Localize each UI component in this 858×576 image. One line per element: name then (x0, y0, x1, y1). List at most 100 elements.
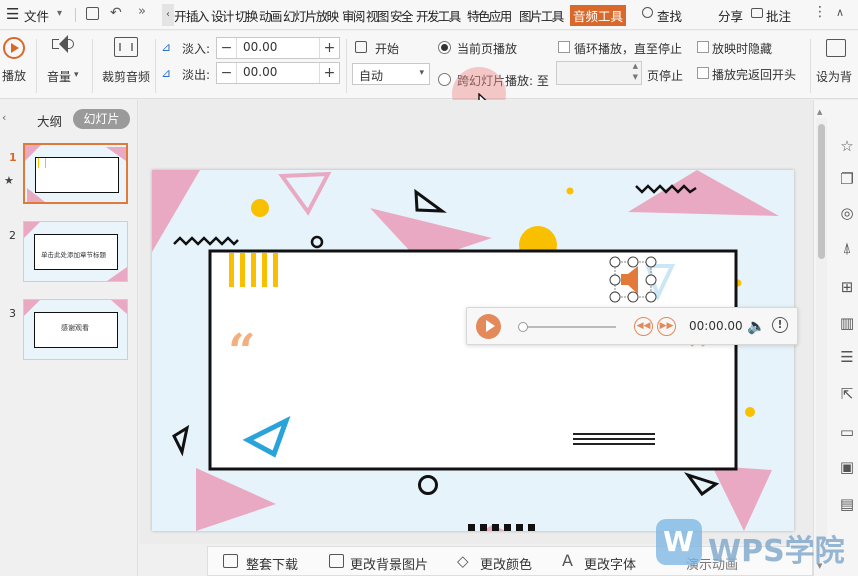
fade-out-icon: ⊿ (161, 66, 172, 80)
hamburger-icon[interactable]: ☰ (6, 6, 19, 22)
fade-in-icon: ⊿ (161, 40, 172, 54)
slide-thumbnail-3[interactable]: 感谢观看 (23, 299, 128, 360)
more-options-icon[interactable]: ⋮ (813, 4, 827, 20)
waveform (119, 43, 133, 51)
tab-outline[interactable]: 大纲 (37, 111, 62, 130)
plus-icon[interactable]: + (319, 38, 339, 58)
fade-in-stepper[interactable]: − 00.00 + (216, 37, 340, 59)
loop-checkbox[interactable] (558, 41, 570, 53)
comment-icon[interactable] (751, 8, 763, 18)
download-icon[interactable] (223, 554, 238, 568)
save-icon[interactable] (86, 7, 99, 20)
scroll-left-button[interactable]: ‹ (162, 4, 174, 26)
minus-icon[interactable]: − (217, 63, 237, 83)
tab-insert[interactable]: 插入 (186, 6, 209, 25)
paint-bucket-icon[interactable]: ◇ (457, 553, 469, 569)
animation-star-icon: ★ (4, 174, 14, 187)
change-background-button[interactable]: 更改背景图片 (350, 554, 428, 573)
folder-icon[interactable]: ▭ (838, 423, 856, 441)
search-button[interactable]: 查找 (657, 6, 682, 25)
change-color-button[interactable]: 更改颜色 (480, 554, 532, 573)
shapes-icon[interactable]: ◎ (838, 204, 856, 222)
plus-icon[interactable]: + (319, 63, 339, 83)
fade-out-stepper[interactable]: − 00.00 + (216, 62, 340, 84)
image-icon[interactable]: ▣ (838, 458, 856, 476)
audio-player: ◀◀ ▶▶ 00:00.00 🔈 ! (466, 307, 798, 345)
scrollbar-thumb[interactable] (818, 124, 825, 259)
tab-transition[interactable]: 切换 (235, 6, 258, 25)
comment-button[interactable]: 批注 (766, 6, 791, 25)
progress-thumb[interactable] (518, 322, 528, 332)
spin-up-icon: ▲ (632, 62, 638, 70)
start-icon (355, 41, 367, 53)
zigzag-line (173, 236, 239, 246)
change-font-button[interactable]: 更改字体 (584, 554, 636, 573)
fade-in-value[interactable]: 00.00 (243, 40, 277, 54)
tab-special[interactable]: 特色应用 (467, 6, 512, 25)
tab-picture-tools[interactable]: 图片工具 (519, 6, 564, 25)
start-select[interactable]: 自动 ▾ (352, 63, 430, 85)
menu-bar: ☰ 文件 ▾ ↶ » ‹ 开始 插入 设计 切换 动画 幻灯片放映 审阅 视图 … (0, 0, 858, 30)
collapse-ribbon-icon[interactable]: ∧ (836, 6, 844, 19)
volume-icon[interactable]: 🔈 (747, 318, 766, 334)
share-button[interactable]: 分享 (718, 6, 743, 25)
file-menu[interactable]: 文件 (24, 6, 49, 25)
minus-icon[interactable]: − (217, 38, 237, 58)
volume-button-label[interactable]: 音量 (47, 68, 71, 85)
slide-thumbnail-2[interactable]: 单击此处添加章节标题 (23, 221, 128, 282)
text-style-icon[interactable]: ⍋ (838, 239, 856, 257)
chart-icon[interactable]: ▥ (838, 314, 856, 332)
copy-icon[interactable]: ❐ (838, 170, 856, 188)
tab-slides[interactable]: 幻灯片 (73, 109, 130, 129)
chevron-down-icon[interactable]: ▾ (57, 8, 62, 19)
separator (75, 8, 76, 22)
navigate-icon[interactable]: ⇱ (838, 385, 856, 403)
fade-out-value[interactable]: 00.00 (243, 65, 277, 79)
settings-sliders-icon[interactable]: ☰ (838, 348, 856, 366)
black-ring (310, 235, 324, 249)
slide-thumbnail-1[interactable] (23, 143, 128, 204)
grid-icon[interactable]: ⊞ (838, 278, 856, 296)
tab-start[interactable]: 开始 (174, 6, 186, 25)
start-label: 开始 (375, 42, 400, 56)
trim-audio-label[interactable]: 裁剪音频 (102, 68, 150, 85)
chevron-down-icon[interactable]: ▾ (74, 70, 79, 80)
more-icon[interactable]: » (138, 4, 146, 19)
pink-triangle (628, 170, 779, 216)
tab-design[interactable]: 设计 (211, 6, 234, 25)
tab-developer[interactable]: 开发工具 (416, 6, 461, 25)
rewind-icon[interactable]: ◀◀ (634, 317, 653, 336)
undo-icon[interactable]: ↶ (110, 5, 122, 21)
cross-slide-radio[interactable] (438, 73, 451, 86)
slide[interactable]: “ ” (152, 170, 794, 531)
tab-animation[interactable]: 动画 (259, 6, 282, 25)
tab-security[interactable]: 安全 (390, 6, 413, 25)
tab-audio-tools[interactable]: 音频工具 (570, 5, 627, 26)
scroll-up-icon[interactable]: ▲ (817, 108, 822, 116)
tab-review[interactable]: 审阅 (342, 6, 365, 25)
layout-icon[interactable]: ▤ (838, 495, 856, 513)
font-icon[interactable]: A (562, 552, 573, 570)
set-background-label[interactable]: 设为背 (816, 68, 852, 85)
rewind-label: 播放完返回开头 (712, 68, 797, 82)
progress-track[interactable] (523, 326, 616, 328)
tab-view[interactable]: 视图 (366, 6, 389, 25)
search-icon[interactable] (642, 7, 653, 18)
cross-slide-page-stepper: ▲ ▼ (556, 61, 642, 85)
volume-icon[interactable] (52, 39, 59, 49)
tab-slideshow[interactable]: 幻灯片放映 (283, 6, 339, 25)
thumb-deco (38, 158, 46, 168)
set-background-icon[interactable] (826, 39, 846, 57)
separator (36, 39, 37, 93)
star-tool-icon[interactable]: ☆ (838, 137, 856, 155)
fast-forward-icon[interactable]: ▶▶ (657, 317, 676, 336)
download-all-button[interactable]: 整套下载 (246, 554, 298, 573)
play-button-label[interactable]: 播放 (2, 67, 26, 84)
rewind-checkbox[interactable] (697, 67, 709, 79)
hide-checkbox[interactable] (697, 41, 709, 53)
background-image-icon[interactable] (329, 554, 344, 568)
panel-collapse-icon[interactable]: ‹ (2, 111, 6, 124)
info-icon[interactable]: ! (772, 317, 788, 333)
logo-w: W (663, 525, 694, 558)
slide-number: 3 (9, 307, 16, 320)
